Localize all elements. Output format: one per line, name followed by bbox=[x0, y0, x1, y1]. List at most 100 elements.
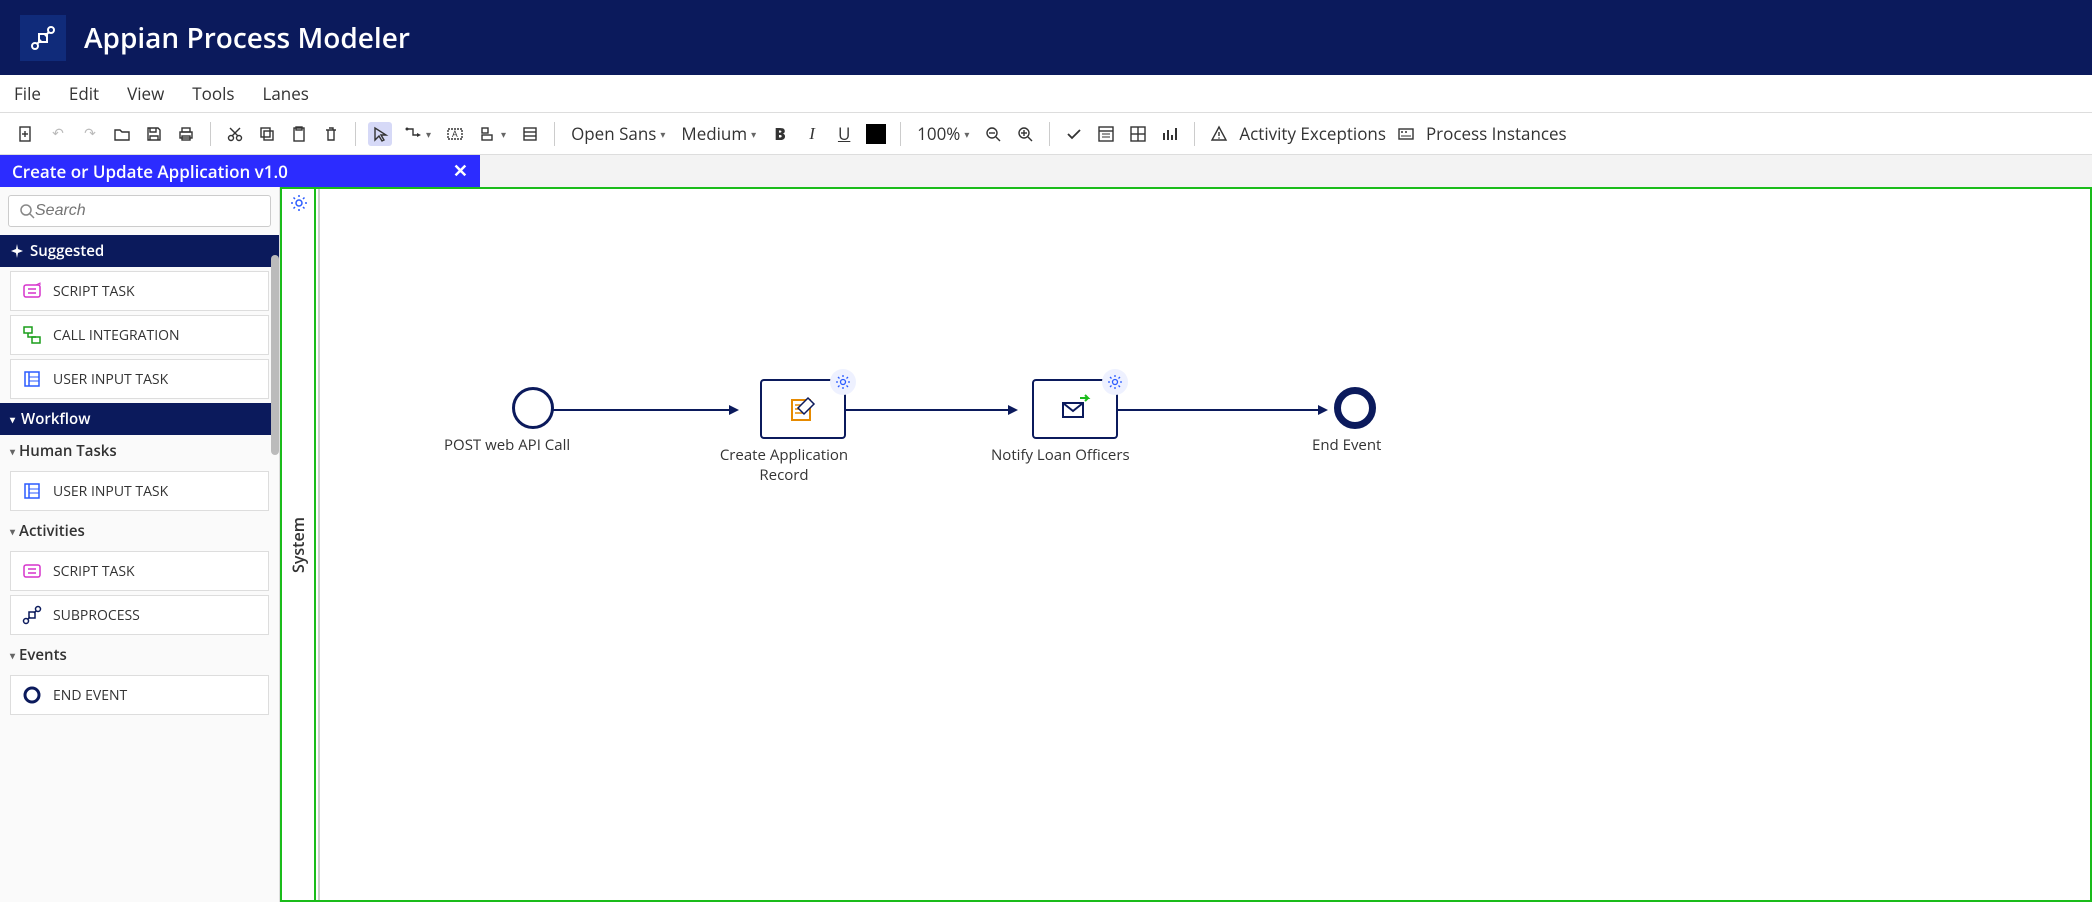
end-event-node[interactable]: End Event bbox=[1328, 387, 1381, 455]
menubar: File Edit View Tools Lanes bbox=[0, 75, 2092, 113]
copy-icon[interactable] bbox=[255, 122, 279, 146]
script-task-icon bbox=[21, 280, 43, 302]
document-tab[interactable]: Create or Update Application v1.0 ✕ bbox=[0, 155, 480, 187]
instances-icon[interactable] bbox=[1394, 122, 1418, 146]
node-label: Notify Loan Officers bbox=[991, 445, 1130, 465]
zoom-select[interactable]: 100%▾ bbox=[913, 122, 973, 145]
zoom-label: 100% bbox=[917, 122, 960, 145]
node-label: POST web API Call bbox=[444, 435, 570, 455]
cut-icon[interactable] bbox=[223, 122, 247, 146]
font-weight-label: Medium bbox=[681, 122, 747, 145]
properties-icon[interactable] bbox=[518, 122, 542, 146]
end-event-icon bbox=[21, 684, 43, 706]
search-icon bbox=[19, 203, 35, 219]
activity-exceptions-button[interactable]: Activity Exceptions bbox=[1239, 122, 1386, 145]
node-label: Create Application Record bbox=[704, 445, 864, 485]
app-header: Appian Process Modeler bbox=[0, 0, 2092, 75]
swimlane-label: System bbox=[287, 517, 309, 573]
new-icon[interactable] bbox=[14, 122, 38, 146]
redo-icon[interactable]: ↷ bbox=[78, 122, 102, 146]
palette-item-label: SCRIPT TASK bbox=[53, 282, 135, 301]
connector-tool-icon[interactable]: ▾ bbox=[400, 125, 435, 143]
swimlane-body[interactable]: POST web API Call Create Application Rec… bbox=[316, 187, 2092, 902]
start-event-node[interactable]: POST web API Call bbox=[496, 387, 570, 455]
bold-icon[interactable]: B bbox=[768, 122, 792, 146]
font-weight-select[interactable]: Medium▾ bbox=[677, 122, 760, 145]
delete-icon[interactable] bbox=[319, 122, 343, 146]
toolbar: ↶ ↷ ▾ A ▾ Open Sans▾ Medium▾ B I U 100%▾… bbox=[0, 113, 2092, 155]
form-icon[interactable] bbox=[1094, 122, 1118, 146]
subprocess-icon bbox=[21, 604, 43, 626]
open-icon[interactable] bbox=[110, 122, 134, 146]
textbox-icon[interactable]: A bbox=[443, 122, 467, 146]
menu-lanes[interactable]: Lanes bbox=[262, 82, 308, 105]
send-mail-icon bbox=[1058, 392, 1092, 426]
node-gear-icon[interactable] bbox=[830, 369, 856, 395]
align-icon[interactable]: ▾ bbox=[475, 125, 510, 143]
validate-icon[interactable] bbox=[1062, 122, 1086, 146]
menu-edit[interactable]: Edit bbox=[69, 82, 99, 105]
paste-icon[interactable] bbox=[287, 122, 311, 146]
search-box[interactable] bbox=[8, 195, 271, 227]
palette-item-label: END EVENT bbox=[53, 686, 127, 705]
canvas[interactable]: System POST web API Call Create Applicat… bbox=[280, 155, 2092, 902]
palette-item-label: USER INPUT TASK bbox=[53, 370, 168, 389]
human-tasks-group[interactable]: Human Tasks bbox=[0, 435, 279, 467]
suggested-label: Suggested bbox=[30, 241, 104, 261]
palette-item-user-input-task[interactable]: USER INPUT TASK bbox=[10, 359, 269, 399]
swimlane-gear-icon[interactable] bbox=[289, 193, 311, 215]
userinput-icon bbox=[21, 368, 43, 390]
zoom-in-icon[interactable] bbox=[1013, 122, 1037, 146]
palette-item-user-input-task-2[interactable]: USER INPUT TASK bbox=[10, 471, 269, 511]
palette-item-call-integration[interactable]: CALL INTEGRATION bbox=[10, 315, 269, 355]
grid-icon[interactable] bbox=[1126, 122, 1150, 146]
palette-item-label: SUBPROCESS bbox=[53, 606, 140, 625]
menu-file[interactable]: File bbox=[14, 82, 41, 105]
suggested-header: Suggested bbox=[0, 235, 279, 267]
search-input[interactable] bbox=[35, 202, 260, 220]
events-group[interactable]: Events bbox=[0, 639, 279, 671]
flow-arrow[interactable] bbox=[1106, 409, 1326, 411]
task-node-create-application[interactable]: Create Application Record bbox=[741, 379, 864, 485]
close-tab-icon[interactable]: ✕ bbox=[453, 159, 468, 183]
palette-sidebar: Suggested SCRIPT TASK CALL INTEGRATION U… bbox=[0, 155, 280, 902]
flow-arrow[interactable] bbox=[542, 409, 737, 411]
menu-view[interactable]: View bbox=[127, 82, 164, 105]
undo-icon[interactable]: ↶ bbox=[46, 122, 70, 146]
sparkle-icon bbox=[10, 244, 24, 258]
workflow-header: ▾ Workflow bbox=[0, 403, 279, 435]
group-label: Events bbox=[19, 645, 67, 665]
palette-item-script-task[interactable]: SCRIPT TASK bbox=[10, 271, 269, 311]
palette-item-subprocess[interactable]: SUBPROCESS bbox=[10, 595, 269, 635]
pointer-tool-icon[interactable] bbox=[368, 122, 392, 146]
print-icon[interactable] bbox=[174, 122, 198, 146]
warning-icon[interactable] bbox=[1207, 122, 1231, 146]
svg-text:A: A bbox=[452, 127, 458, 140]
script-task-icon bbox=[21, 560, 43, 582]
node-gear-icon[interactable] bbox=[1102, 369, 1128, 395]
group-label: Human Tasks bbox=[19, 441, 117, 461]
zoom-out-icon[interactable] bbox=[981, 122, 1005, 146]
task-node-notify-officers[interactable]: Notify Loan Officers bbox=[1021, 379, 1130, 465]
save-icon[interactable] bbox=[142, 122, 166, 146]
activities-group[interactable]: Activities bbox=[0, 515, 279, 547]
color-swatch[interactable] bbox=[864, 122, 888, 146]
italic-icon[interactable]: I bbox=[800, 122, 824, 146]
swimlane-header[interactable]: System bbox=[280, 187, 316, 902]
palette-item-label: SCRIPT TASK bbox=[53, 562, 135, 581]
underline-icon[interactable]: U bbox=[832, 122, 856, 146]
palette-item-end-event[interactable]: END EVENT bbox=[10, 675, 269, 715]
app-title: Appian Process Modeler bbox=[84, 19, 410, 57]
script-write-icon bbox=[786, 392, 820, 426]
process-instances-button[interactable]: Process Instances bbox=[1426, 122, 1567, 145]
chart-icon[interactable] bbox=[1158, 122, 1182, 146]
palette-item-script-task-2[interactable]: SCRIPT TASK bbox=[10, 551, 269, 591]
main-area: Suggested SCRIPT TASK CALL INTEGRATION U… bbox=[0, 155, 2092, 902]
group-label: Activities bbox=[19, 521, 85, 541]
userinput-icon bbox=[21, 480, 43, 502]
sidebar-scrollbar[interactable] bbox=[271, 255, 279, 455]
node-label: End Event bbox=[1312, 435, 1381, 455]
font-family-select[interactable]: Open Sans▾ bbox=[567, 122, 669, 145]
palette-item-label: CALL INTEGRATION bbox=[53, 326, 180, 345]
menu-tools[interactable]: Tools bbox=[192, 82, 234, 105]
